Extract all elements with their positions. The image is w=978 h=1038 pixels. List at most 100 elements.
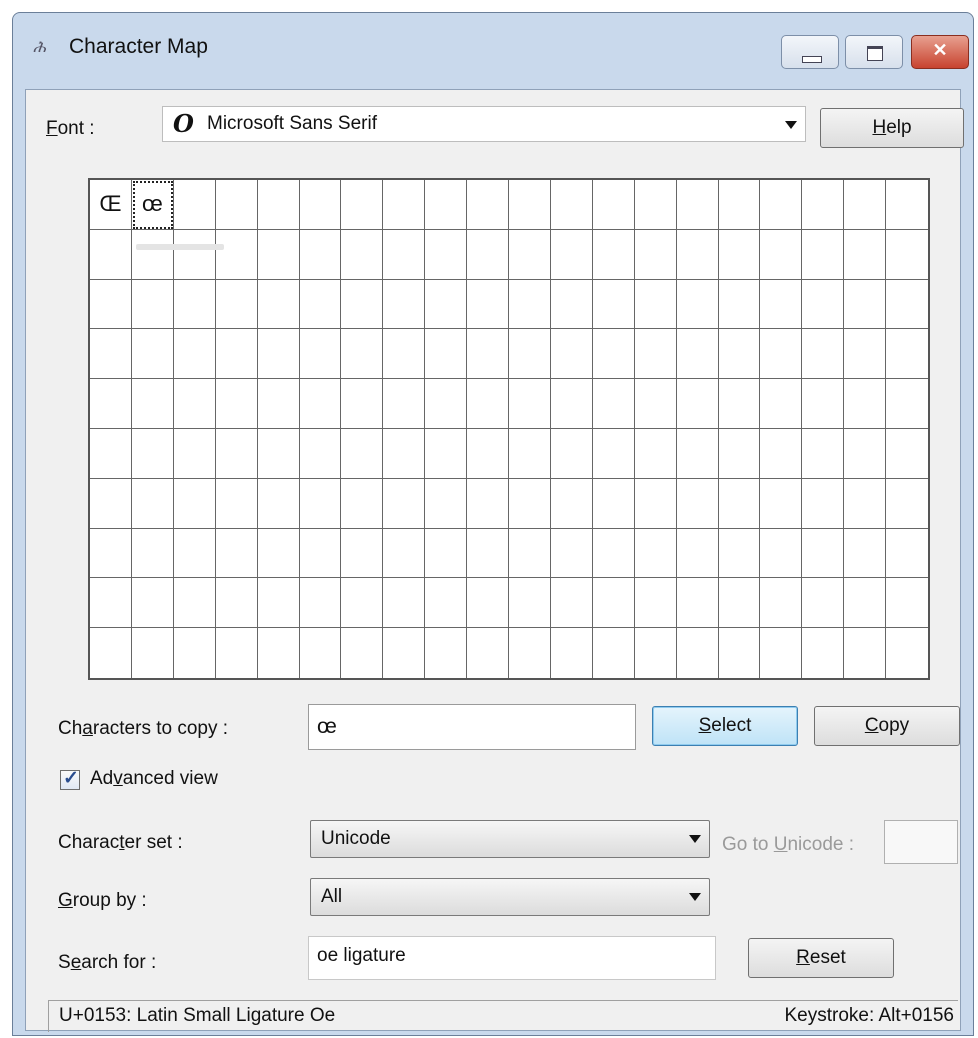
grid-cell[interactable] xyxy=(886,529,928,579)
grid-cell[interactable] xyxy=(299,279,342,330)
grid-cell[interactable] xyxy=(634,428,677,479)
grid-cell[interactable] xyxy=(425,578,468,629)
grid-cell[interactable] xyxy=(886,429,928,479)
grid-cell[interactable] xyxy=(131,428,174,479)
grid-cell[interactable] xyxy=(509,329,551,380)
grid-cell[interactable] xyxy=(173,578,216,629)
grid-cell[interactable] xyxy=(844,528,887,579)
grid-cell[interactable] xyxy=(341,528,384,579)
grid-cell[interactable] xyxy=(760,578,803,629)
grid-cell[interactable] xyxy=(215,578,258,629)
grid-cell[interactable] xyxy=(844,329,887,380)
grid-cell[interactable] xyxy=(257,180,300,230)
grid-cell[interactable] xyxy=(257,279,300,330)
grid-cell[interactable] xyxy=(550,428,593,479)
grid-cell[interactable] xyxy=(341,379,384,429)
grid-cell[interactable] xyxy=(550,229,593,280)
grid-cell[interactable] xyxy=(760,329,803,380)
grid-cell[interactable] xyxy=(383,478,426,529)
grid-cell[interactable] xyxy=(467,628,509,678)
grid-cell[interactable] xyxy=(90,528,132,579)
characters-to-copy-field[interactable]: œ xyxy=(308,704,636,750)
grid-cell[interactable] xyxy=(299,578,342,629)
grid-cell[interactable] xyxy=(802,428,845,479)
grid-cell[interactable] xyxy=(676,279,719,330)
grid-cell[interactable] xyxy=(341,180,384,230)
grid-cell[interactable] xyxy=(425,180,468,230)
grid-cell[interactable] xyxy=(132,628,174,678)
grid-cell[interactable] xyxy=(718,279,761,330)
grid-cell[interactable] xyxy=(383,628,426,678)
grid-cell[interactable] xyxy=(341,578,384,629)
grid-cell[interactable] xyxy=(550,528,593,579)
grid-cell[interactable] xyxy=(467,279,509,330)
grid-cell[interactable] xyxy=(634,578,677,629)
select-button[interactable]: Select xyxy=(652,706,798,746)
grid-cell[interactable] xyxy=(173,379,216,429)
advanced-view-label[interactable]: Advanced view xyxy=(90,768,218,790)
grid-cell[interactable] xyxy=(467,329,509,380)
grid-cell[interactable] xyxy=(299,528,342,579)
grid-cell[interactable] xyxy=(215,428,258,479)
copy-button[interactable]: Copy xyxy=(814,706,960,746)
grid-cell[interactable] xyxy=(509,229,551,280)
grid-cell[interactable] xyxy=(131,229,174,280)
grid-cell[interactable] xyxy=(844,379,887,429)
grid-cell[interactable] xyxy=(592,578,635,629)
grid-cell[interactable] xyxy=(550,379,593,429)
grid-cell[interactable] xyxy=(215,528,258,579)
grid-cell[interactable] xyxy=(299,229,342,280)
grid-cell[interactable] xyxy=(634,229,677,280)
grid-cell[interactable] xyxy=(90,329,132,380)
grid-cell[interactable] xyxy=(173,428,216,479)
grid-cell[interactable] xyxy=(550,478,593,529)
grid-cell[interactable] xyxy=(383,329,426,380)
grid-cell[interactable] xyxy=(760,229,803,280)
grid-cell[interactable] xyxy=(467,180,509,230)
grid-cell[interactable] xyxy=(383,428,426,479)
grid-cell[interactable] xyxy=(760,379,803,429)
grid-cell[interactable] xyxy=(718,329,761,380)
grid-cell[interactable] xyxy=(425,329,468,380)
grid-cell[interactable] xyxy=(90,229,132,280)
grid-cell[interactable] xyxy=(551,628,593,678)
grid-cell[interactable] xyxy=(802,628,845,678)
grid-cell[interactable] xyxy=(257,578,300,629)
search-input[interactable]: oe ligature xyxy=(308,936,716,980)
grid-cell[interactable] xyxy=(550,279,593,330)
character-set-dropdown[interactable]: Unicode xyxy=(310,820,710,858)
grid-cell[interactable] xyxy=(467,578,509,629)
grid-cell[interactable] xyxy=(509,428,551,479)
grid-cell[interactable] xyxy=(802,379,845,429)
grid-cell[interactable] xyxy=(718,229,761,280)
grid-cell[interactable] xyxy=(90,578,132,629)
font-dropdown[interactable]: O Microsoft Sans Serif xyxy=(162,106,806,142)
grid-cell[interactable] xyxy=(676,578,719,629)
grid-cell[interactable] xyxy=(174,628,216,678)
grid-cell[interactable] xyxy=(425,229,468,280)
grid-cell[interactable] xyxy=(467,428,509,479)
grid-cell[interactable] xyxy=(802,180,845,230)
grid-cell[interactable] xyxy=(257,428,300,479)
grid-cell[interactable] xyxy=(550,329,593,380)
grid-cell[interactable] xyxy=(634,279,677,330)
grid-cell[interactable] xyxy=(341,628,384,678)
grid-cell[interactable] xyxy=(634,478,677,529)
grid-cell[interactable] xyxy=(215,478,258,529)
grid-cell[interactable] xyxy=(802,528,845,579)
grid-cell[interactable] xyxy=(844,279,887,330)
grid-cell[interactable] xyxy=(90,478,132,529)
grid-cell[interactable] xyxy=(509,628,551,678)
grid-cell[interactable] xyxy=(676,229,719,280)
grid-cell[interactable] xyxy=(383,578,426,629)
grid-cell[interactable] xyxy=(886,628,928,678)
minimize-button[interactable] xyxy=(781,35,839,69)
grid-cell[interactable] xyxy=(592,329,635,380)
grid-cell[interactable] xyxy=(718,578,761,629)
grid-cell[interactable] xyxy=(509,528,551,579)
grid-cell[interactable] xyxy=(509,379,551,429)
grid-cell[interactable] xyxy=(802,478,845,529)
grid-cell[interactable] xyxy=(886,479,928,529)
grid-cell[interactable] xyxy=(718,180,761,230)
grid-cell[interactable] xyxy=(131,329,174,380)
